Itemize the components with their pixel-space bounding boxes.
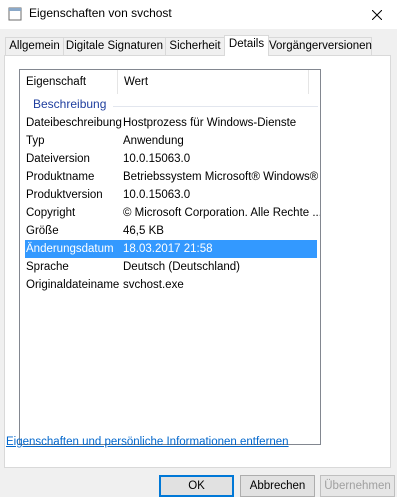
property-name: Dateibeschreibung xyxy=(26,117,122,129)
property-value: © Microsoft Corporation. Alle Rechte ... xyxy=(123,207,321,219)
property-name: Copyright xyxy=(26,207,76,219)
tab-vorgaengerversionen[interactable]: Vorgängerversionen xyxy=(268,37,372,55)
list-item-selected[interactable]: Änderungsdatum 18.03.2017 21:58 xyxy=(25,240,317,258)
column-header-property[interactable]: Eigenschaft xyxy=(20,70,117,94)
property-name: Größe xyxy=(26,225,59,237)
property-value: Hostprozess für Windows-Dienste xyxy=(123,117,297,129)
remove-properties-link[interactable]: Eigenschaften und persönliche Informatio… xyxy=(6,436,289,448)
property-value: 10.0.15063.0 xyxy=(123,189,191,201)
tab-allgemein[interactable]: Allgemein xyxy=(5,37,64,55)
list-item[interactable]: Dateiversion 10.0.15063.0 xyxy=(20,150,320,168)
tab-strip: Allgemein Digitale Signaturen Sicherheit… xyxy=(4,35,393,56)
property-value: Anwendung xyxy=(123,135,184,147)
window-title: Eigenschaften von svchost xyxy=(29,6,172,20)
list-item[interactable]: Typ Anwendung xyxy=(20,132,320,150)
list-item[interactable]: Sprache Deutsch (Deutschland) xyxy=(20,258,320,276)
property-value: Deutsch (Deutschland) xyxy=(123,261,240,273)
list-item[interactable]: Produktname Betriebssystem Microsoft® Wi… xyxy=(20,168,320,186)
property-name: Sprache xyxy=(26,261,69,273)
ok-button[interactable]: OK xyxy=(159,475,234,497)
property-name: Typ xyxy=(26,135,45,147)
property-name: Änderungsdatum xyxy=(26,243,114,255)
cancel-button[interactable]: Abbrechen xyxy=(240,475,315,497)
properties-list[interactable]: Eigenschaft Wert Beschreibung Dateibesch… xyxy=(19,69,321,445)
property-name: Originaldateiname xyxy=(26,279,120,291)
group-divider xyxy=(113,106,318,107)
close-icon xyxy=(372,9,382,20)
list-item[interactable]: Produktversion 10.0.15063.0 xyxy=(20,186,320,204)
list-header: Eigenschaft Wert xyxy=(20,70,320,94)
property-value: Betriebssystem Microsoft® Windows® xyxy=(123,171,319,183)
tab-digitale-signaturen[interactable]: Digitale Signaturen xyxy=(63,37,166,55)
property-value: 10.0.15063.0 xyxy=(123,153,191,165)
list-item[interactable]: Größe 46,5 KB xyxy=(20,222,320,240)
details-panel: Eigenschaft Wert Beschreibung Dateibesch… xyxy=(4,55,391,468)
list-item[interactable]: Dateibeschreibung Hostprozess für Window… xyxy=(20,114,320,132)
property-name: Dateiversion xyxy=(26,153,90,165)
close-button[interactable] xyxy=(357,0,397,29)
apply-button: Übernehmen xyxy=(320,475,395,497)
list-item[interactable]: Copyright © Microsoft Corporation. Alle … xyxy=(20,204,320,222)
group-header: Beschreibung xyxy=(33,97,107,111)
property-name: Produktversion xyxy=(26,189,103,201)
column-divider[interactable] xyxy=(308,70,309,94)
tab-details[interactable]: Details xyxy=(224,35,269,56)
property-value: svchost.exe xyxy=(123,279,184,291)
file-icon xyxy=(8,7,22,21)
list-item[interactable]: Originaldateiname svchost.exe xyxy=(20,276,320,294)
property-value: 46,5 KB xyxy=(123,225,164,237)
column-header-value[interactable]: Wert xyxy=(118,70,308,94)
property-name: Produktname xyxy=(26,171,95,183)
tab-sicherheit[interactable]: Sicherheit xyxy=(165,37,225,55)
property-value: 18.03.2017 21:58 xyxy=(123,243,213,255)
title-bar: Eigenschaften von svchost xyxy=(0,0,397,29)
